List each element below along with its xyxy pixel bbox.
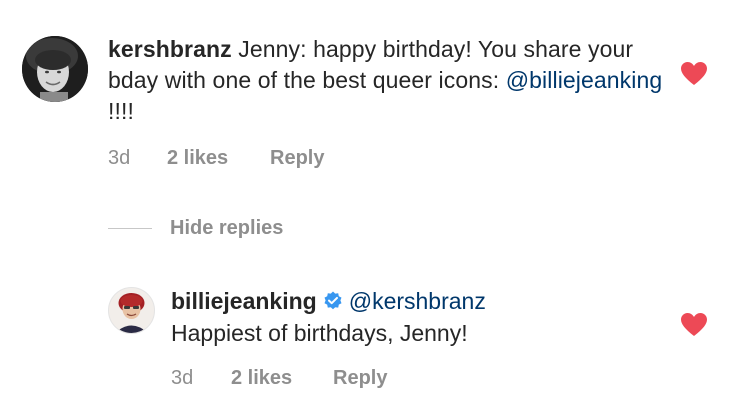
verified-badge-icon: [323, 288, 343, 310]
replies-divider: [108, 228, 152, 229]
reply-likes-link[interactable]: 2 likes: [231, 366, 292, 390]
reply-reply-button[interactable]: Reply: [333, 366, 387, 390]
comment-text: kershbranz Jenny: happy birthday! You sh…: [108, 34, 668, 127]
reply-meta-row: 3d 2 likes Reply: [0, 366, 750, 390]
comment-body-suffix: !!!!: [108, 98, 134, 124]
reply-avatar[interactable]: [108, 287, 155, 334]
comment-meta-row: 3d 2 likes Reply: [0, 146, 750, 170]
profile-photo-icon: [109, 288, 154, 333]
comment-mention-link[interactable]: @billiejeanking: [506, 67, 663, 93]
commenter-avatar[interactable]: [22, 36, 88, 102]
comment-reply-button[interactable]: Reply: [270, 146, 324, 170]
comment-username[interactable]: kershbranz: [108, 36, 232, 62]
reply-body: Happiest of birthdays, Jenny!: [171, 320, 468, 346]
reply-like-heart-icon[interactable]: [681, 313, 707, 337]
comment-age: 3d: [108, 147, 131, 169]
comment-like-heart-icon[interactable]: [681, 62, 707, 86]
hide-replies-button[interactable]: Hide replies: [170, 217, 283, 240]
reply-username[interactable]: billiejeanking: [171, 288, 317, 314]
profile-photo-icon: [22, 36, 88, 102]
reply-mention-link[interactable]: @kershbranz: [349, 288, 486, 314]
reply-age: 3d: [171, 367, 194, 389]
comment-likes-link[interactable]: 2 likes: [167, 146, 228, 170]
reply-header: billiejeanking @kershbranz: [171, 286, 486, 317]
